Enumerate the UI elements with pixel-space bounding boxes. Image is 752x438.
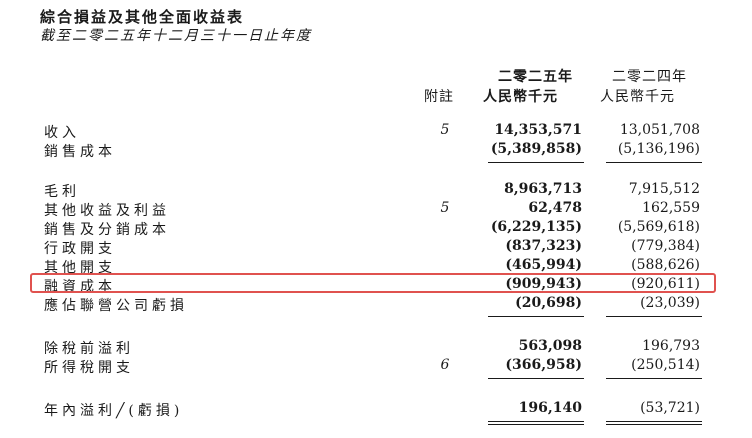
row-note: 5: [440, 200, 450, 216]
table-row-total: 年內溢利╱(虧損) 196,140 (53,721): [0, 400, 752, 419]
row-label: 應佔聯營公司虧損: [44, 298, 188, 314]
table-row: 銷售及分銷成本 (6,229,135) (5,569,618): [0, 219, 752, 238]
table-row: 應佔聯營公司虧損 (20,698) (23,039): [0, 295, 752, 314]
row-current: (465,994): [505, 257, 582, 273]
row-current: 196,140: [518, 400, 582, 416]
total-double-rule-top-current: [488, 421, 584, 422]
row-previous: (53,721): [640, 400, 700, 416]
row-label: 銷售成本: [44, 144, 116, 160]
row-previous: (5,569,618): [617, 219, 700, 235]
current-year-header: 二零二五年: [498, 69, 573, 85]
subtotal-rule-current: [488, 316, 584, 317]
row-label: 除稅前溢利: [44, 341, 134, 357]
row-previous: 162,559: [642, 200, 700, 216]
finance-cost-highlight-box: [30, 273, 716, 293]
row-label: 銷售及分銷成本: [44, 222, 170, 238]
note-column-header: 附註: [424, 89, 454, 105]
table-row: 毛利 8,963,713 7,915,512: [0, 181, 752, 200]
table-row: 所得稅開支 6 (366,958) (250,514): [0, 357, 752, 376]
table-row: 銷售成本 (5,389,858) (5,136,196): [0, 141, 752, 160]
subtotal-rule-previous: [606, 162, 702, 163]
row-current: 62,478: [528, 200, 582, 216]
table-row: 其他收益及利益 5 62,478 162,559: [0, 200, 752, 219]
row-previous: (588,626): [631, 257, 700, 273]
row-current: (6,229,135): [490, 219, 582, 235]
table-row: 收入 5 14,353,571 13,051,708: [0, 122, 752, 141]
subtotal-rule-previous: [606, 316, 702, 317]
row-current: (366,958): [505, 357, 582, 373]
row-label: 毛利: [44, 184, 80, 200]
row-previous: (779,384): [631, 238, 700, 254]
table-row: 其他開支 (465,994) (588,626): [0, 257, 752, 276]
row-label: 其他收益及利益: [44, 203, 170, 219]
statement-title: 綜合損益及其他全面收益表: [40, 8, 245, 26]
row-label: 年內溢利╱(虧損): [44, 403, 184, 419]
row-current: 563,098: [518, 338, 582, 354]
row-previous: 13,051,708: [619, 122, 700, 138]
row-previous: 196,793: [642, 338, 700, 354]
row-current: 14,353,571: [494, 122, 582, 138]
previous-unit-header: 人民幣千元: [600, 89, 675, 105]
previous-year-header: 二零二四年: [612, 69, 687, 85]
total-double-rule-bottom-previous: [606, 424, 702, 425]
statement-period: 截至二零二五年十二月三十一日止年度: [40, 28, 312, 44]
row-current: (20,698): [515, 295, 582, 311]
subtotal-rule-current: [488, 378, 584, 379]
table-row: 行政開支 (837,323) (779,384): [0, 238, 752, 257]
total-double-rule-top-previous: [606, 421, 702, 422]
row-previous: (250,514): [631, 357, 700, 373]
row-note: 6: [440, 357, 450, 373]
row-label: 所得稅開支: [44, 360, 134, 376]
row-previous: (23,039): [640, 295, 700, 311]
row-label: 收入: [44, 125, 80, 141]
table-row: 除稅前溢利 563,098 196,793: [0, 338, 752, 357]
subtotal-rule-previous: [606, 378, 702, 379]
row-current: (5,389,858): [490, 141, 582, 157]
row-current: 8,963,713: [504, 181, 582, 197]
row-current: (837,323): [505, 238, 582, 254]
current-unit-header: 人民幣千元: [483, 89, 558, 105]
row-previous: (5,136,196): [617, 141, 700, 157]
row-note: 5: [440, 122, 450, 138]
subtotal-rule-current: [488, 162, 584, 163]
total-double-rule-bottom-current: [488, 424, 584, 425]
row-previous: 7,915,512: [628, 181, 700, 197]
row-label: 行政開支: [44, 241, 116, 257]
